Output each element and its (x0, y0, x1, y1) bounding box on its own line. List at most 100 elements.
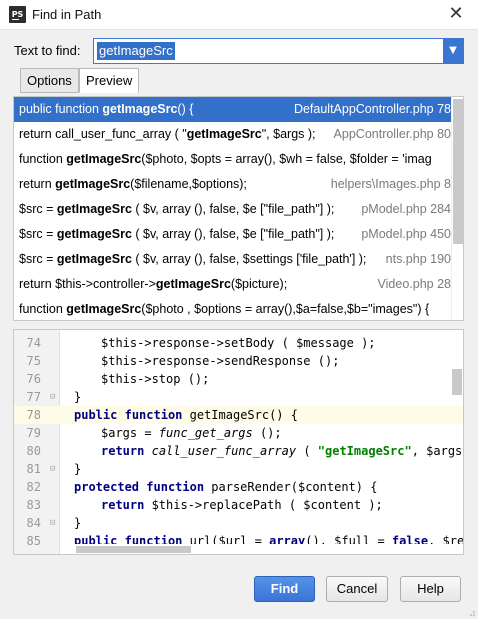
results-scrollbar[interactable] (451, 97, 463, 320)
code-text: $this->stop (); (101, 372, 210, 386)
code-line: 75 $this->response->sendResponse (); (14, 352, 463, 370)
result-text-after: () { (177, 102, 194, 116)
results-list: public function getImageSrc() {DefaultAp… (13, 96, 464, 321)
code-line: 82 protected function parseRender($conten… (14, 478, 463, 496)
tab-preview[interactable]: Preview (14) (79, 68, 140, 111)
code-line: 74 $this->response->setBody ( $message ); (14, 334, 463, 352)
result-file-location: nts.php 190 (369, 247, 451, 272)
search-input-value[interactable]: getImageSrc (97, 42, 175, 60)
result-text-after: ", $args ); (261, 127, 316, 141)
code-text: return $this->replacePath ( $content ); (101, 498, 383, 512)
result-match: getImageSrc (102, 102, 178, 116)
result-text-before: return (19, 177, 56, 191)
code-line: 84} ⊟ (14, 514, 463, 532)
code-line: 76 $this->stop (); (14, 370, 463, 388)
result-text-after: ($photo, $opts = array(), $wh = false, $… (141, 152, 432, 166)
line-number: 75 (26, 354, 41, 368)
chevron-down-icon: ▼ (449, 45, 457, 56)
line-number: 76 (26, 372, 41, 386)
result-match: getImageSrc (56, 252, 132, 266)
fold-marker-icon[interactable]: ⊟ (50, 388, 55, 406)
code-line: 78 public function getImageSrc() { (14, 406, 463, 424)
result-row[interactable]: return $this->controller->getImageSrc($p… (14, 272, 463, 297)
find-button[interactable]: Find (254, 576, 315, 602)
code-text: } (74, 516, 82, 530)
result-file-location: pModel.php 450 (345, 222, 451, 247)
result-text-after: ($picture); (230, 277, 288, 291)
search-input[interactable]: getImageSrc ▼ (93, 38, 464, 64)
result-text-after: ( $v, array (), false, $e ["file_path"] … (131, 227, 335, 241)
code-text: $args = func_get_args (); (101, 426, 282, 440)
line-number: 80 (26, 444, 41, 458)
code-text: } (74, 390, 82, 404)
code-text: protected function parseRender($content)… (74, 480, 378, 494)
result-row[interactable]: $src = getImageSrc ( $v, array (), false… (14, 222, 463, 247)
code-text: $this->response->sendResponse (); (101, 354, 340, 368)
result-match: getImageSrc (66, 302, 142, 316)
result-match: getImageSrc (56, 202, 132, 216)
line-number: 74 (26, 336, 41, 350)
result-row[interactable]: function getImageSrc($photo , $options =… (14, 297, 463, 320)
result-row[interactable]: function getImageSrc($photo, $opts = arr… (14, 147, 463, 172)
code-text: } (74, 462, 82, 476)
result-text-before: $src = (19, 252, 57, 266)
resize-grip-icon[interactable] (467, 608, 475, 616)
result-text-before: public function (19, 102, 103, 116)
help-button[interactable]: Help (400, 576, 461, 602)
line-number: 85 (26, 534, 41, 548)
result-row[interactable]: return getImageSrc($filename,$options); h… (14, 172, 463, 197)
line-number: 82 (26, 480, 41, 494)
title-bar: PS Find in Path ✕ (0, 0, 478, 30)
result-match: getImageSrc (56, 227, 132, 241)
cancel-button[interactable]: Cancel (326, 576, 388, 602)
result-text-after: ($filename,$options); (130, 177, 247, 191)
result-text-before: $src = (19, 202, 57, 216)
code-text: public function getImageSrc() { (74, 408, 298, 422)
text-to-find-label: Text to find: (14, 43, 81, 58)
line-number: 81 (26, 462, 41, 476)
tab-options[interactable]: Options (20, 68, 79, 93)
line-number: 79 (26, 426, 41, 440)
fold-marker-icon[interactable]: ⊟ (50, 514, 55, 532)
result-text-before: return call_user_func_array ( " (19, 127, 187, 141)
result-file-location: AppController.php 80 (317, 122, 451, 147)
line-number: 83 (26, 498, 41, 512)
result-text-before: function (19, 302, 67, 316)
result-file-location: DefaultAppController.php 78 (277, 97, 451, 122)
result-row[interactable]: $src = getImageSrc ( $v, array (), false… (14, 197, 463, 222)
result-match: getImageSrc (186, 127, 262, 141)
result-file-location: Video.php 28 (361, 272, 451, 297)
result-row[interactable]: return call_user_func_array ( "getImageS… (14, 122, 463, 147)
result-text-after: ( $v, array (), false, $settings ['file_… (131, 252, 367, 266)
result-text-before: return $this->controller-> (19, 277, 156, 291)
window-title: Find in Path (32, 7, 102, 22)
result-text-before: function (19, 152, 67, 166)
result-file-location: helpers\Images.php 8 (314, 172, 451, 197)
code-text: return call_user_func_array ( "getImageS… (101, 444, 463, 458)
code-line: 83 return $this->replacePath ( $content )… (14, 496, 463, 514)
result-text-before: $src = (19, 227, 57, 241)
result-match: getImageSrc (55, 177, 131, 191)
line-number: 84 (26, 516, 41, 530)
code-line: 80 return call_user_func_array ( "getImag… (14, 442, 463, 460)
result-match: getImageSrc (66, 152, 142, 166)
result-row[interactable]: $src = getImageSrc ( $v, array (), false… (14, 247, 463, 272)
result-text-after: ($photo , $options = array(),$a=false,$b… (141, 302, 430, 316)
line-number: 77 (26, 390, 41, 404)
close-icon[interactable]: ✕ (444, 3, 468, 25)
code-line: 79 $args = func_get_args (); (14, 424, 463, 442)
code-preview: 74 $this->response->setBody ( $message );… (13, 329, 464, 555)
phpstorm-app-icon: PS (9, 6, 26, 23)
editor-vertical-scrollbar[interactable] (451, 330, 463, 546)
code-line: 77} ⊟ (14, 388, 463, 406)
code-line: 81} ⊟ (14, 460, 463, 478)
result-match: getImageSrc (155, 277, 231, 291)
result-file-location: pModel.php 284 (345, 197, 451, 222)
code-text: $this->response->setBody ( $message ); (101, 336, 376, 350)
history-dropdown-button[interactable]: ▼ (443, 39, 463, 63)
fold-marker-icon[interactable]: ⊟ (50, 460, 55, 478)
line-number: 78 (26, 408, 41, 422)
result-text-after: ( $v, array (), false, $e ["file_path"] … (131, 202, 335, 216)
result-row[interactable]: public function getImageSrc() { DefaultAp… (14, 97, 463, 122)
editor-horizontal-scrollbar[interactable] (60, 544, 463, 554)
